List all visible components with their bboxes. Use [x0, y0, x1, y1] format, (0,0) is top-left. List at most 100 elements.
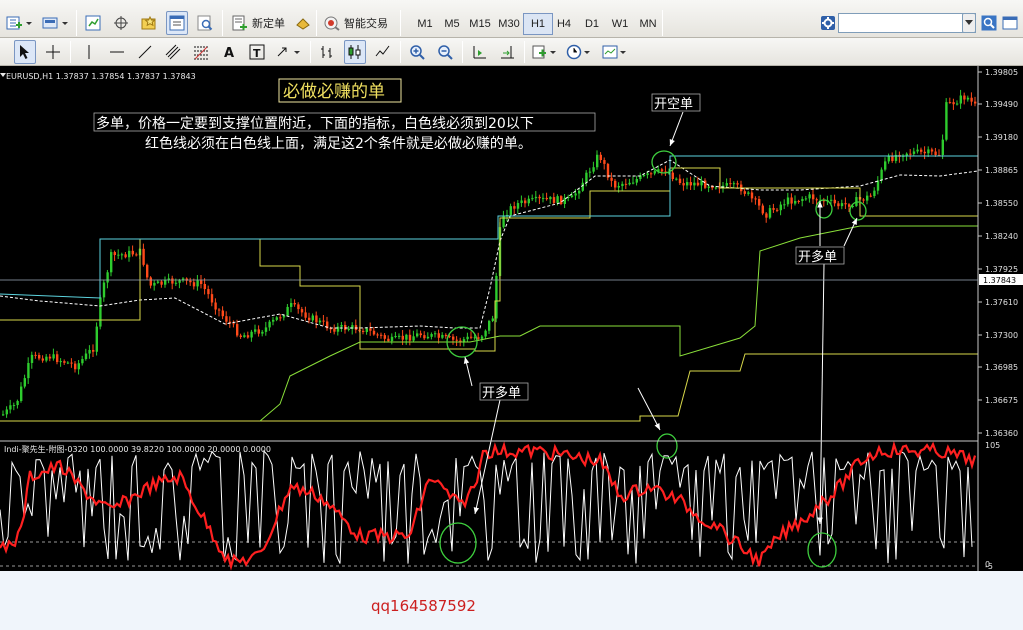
tester-button[interactable]: [194, 11, 216, 35]
candle-body: [333, 328, 336, 332]
note-line-1: 多单，价格一定要到支撑位置附近，下面的指标，白色线必须到20以下: [96, 115, 534, 132]
text-label-tool[interactable]: T: [246, 40, 268, 64]
highlight-circle: [656, 433, 678, 459]
arrow-short-osc: [637, 387, 661, 431]
timeframe-h4[interactable]: H4: [549, 13, 579, 35]
annotations: [439, 111, 867, 568]
chart-shift-button[interactable]: [496, 40, 518, 64]
candle-body: [81, 359, 84, 364]
arrow-long-left-osc: [474, 399, 501, 515]
help-button[interactable]: [1000, 12, 1020, 34]
crosshair-target-icon: [114, 16, 128, 30]
indicator-header: Indi-聚先生-附图-0320 100.0000 39.8220 100.00…: [4, 444, 271, 454]
new-chart-button[interactable]: [4, 11, 34, 35]
timeframe-d1[interactable]: D1: [577, 13, 607, 35]
highlight-circle: [849, 201, 867, 221]
terminal-button[interactable]: [166, 11, 188, 35]
candle-body: [419, 333, 422, 336]
new-order-button[interactable]: 新定单: [228, 11, 290, 35]
candle-body: [794, 200, 797, 204]
candle-body: [380, 334, 383, 336]
candle-body: [527, 198, 530, 204]
folder-star-icon: [141, 15, 156, 30]
candle-body: [477, 337, 480, 339]
candle-body: [650, 173, 653, 175]
market-watch-icon: [85, 15, 101, 31]
candle-body: [362, 330, 365, 332]
candle-body: [164, 279, 167, 285]
candle-body: [66, 362, 70, 364]
search-dropdown[interactable]: [962, 13, 976, 33]
templates-button[interactable]: [600, 40, 630, 64]
indicators-button[interactable]: [530, 40, 560, 64]
trailing-stop-line: [259, 225, 978, 422]
line-chart-button[interactable]: [372, 40, 394, 64]
profiles-button[interactable]: [40, 11, 70, 35]
candle-body: [599, 154, 602, 161]
timeframe-m30[interactable]: M30: [494, 13, 524, 35]
periods-button[interactable]: [564, 40, 594, 64]
vertical-line-tool[interactable]: [78, 40, 100, 64]
timeframe-w1[interactable]: W1: [605, 13, 635, 35]
candlestick-button[interactable]: [344, 40, 366, 64]
text-tool[interactable]: A: [218, 40, 240, 64]
crosshair-tool[interactable]: [42, 40, 64, 64]
candle-body: [812, 194, 815, 200]
zoom-out-button[interactable]: [434, 40, 456, 64]
candle-body: [797, 200, 800, 202]
candle-body: [909, 153, 912, 155]
arrow-long-left-osc-head: [473, 507, 480, 514]
drawing-toolbar: A T: [0, 38, 1023, 66]
candle-body: [660, 169, 664, 172]
timeframe-m1[interactable]: M1: [410, 13, 440, 35]
search-input[interactable]: [838, 13, 976, 33]
candle-body: [52, 354, 55, 359]
candle-body: [628, 182, 631, 185]
zoom-in-button[interactable]: [406, 40, 428, 64]
bar-chart-button[interactable]: [316, 40, 338, 64]
price-tick-label: 1.37925: [985, 265, 1018, 274]
timeframe-m5[interactable]: M5: [437, 13, 467, 35]
candle-body: [426, 336, 430, 339]
arrows-tool[interactable]: [274, 40, 304, 64]
trendline-tool[interactable]: [134, 40, 156, 64]
market-watch-button[interactable]: [82, 11, 104, 35]
navigator-button[interactable]: [110, 11, 132, 35]
search-button[interactable]: [980, 12, 998, 34]
candle-body: [27, 362, 30, 379]
chart-title: 必做必赚的单: [283, 82, 385, 102]
candle-body: [92, 349, 95, 352]
candle-body: [221, 310, 224, 317]
candle-body: [592, 167, 595, 172]
candle-body: [318, 320, 322, 323]
timeframe-m15[interactable]: M15: [465, 13, 495, 35]
candle-body: [390, 336, 394, 342]
candle-body: [437, 333, 440, 338]
svg-text:A: A: [224, 46, 234, 60]
candle-body: [790, 197, 793, 204]
settings-button[interactable]: [818, 11, 838, 35]
candle-body: [322, 320, 325, 322]
auto-scroll-button[interactable]: [468, 40, 490, 64]
candle-body: [254, 329, 257, 332]
horizontal-line-tool[interactable]: [106, 40, 128, 64]
metaeditor-button[interactable]: [292, 11, 314, 35]
candle-body: [146, 264, 149, 278]
fibonacci-tool[interactable]: [190, 40, 212, 64]
candle-body: [776, 209, 779, 211]
chart-window[interactable]: 1.39805 1.39490 1.39180 1.38865 1.38550 1.382…: [0, 66, 1023, 571]
candle-body: [970, 97, 973, 102]
new-order-label: 新定单: [252, 18, 285, 30]
candle-body: [513, 206, 516, 209]
timeframe-mn[interactable]: MN: [633, 13, 663, 35]
gear-icon: [821, 16, 835, 30]
candle-body: [614, 180, 617, 188]
channel-tool[interactable]: [162, 40, 184, 64]
candle-body: [398, 335, 401, 337]
expert-advisors-button[interactable]: 智能交易: [320, 11, 392, 35]
arrow-long-left-head: [463, 357, 470, 364]
candle-body: [516, 203, 520, 209]
metaeditor-icon: [296, 18, 310, 30]
favorites-button[interactable]: [138, 11, 160, 35]
cursor-tool[interactable]: [14, 40, 36, 64]
